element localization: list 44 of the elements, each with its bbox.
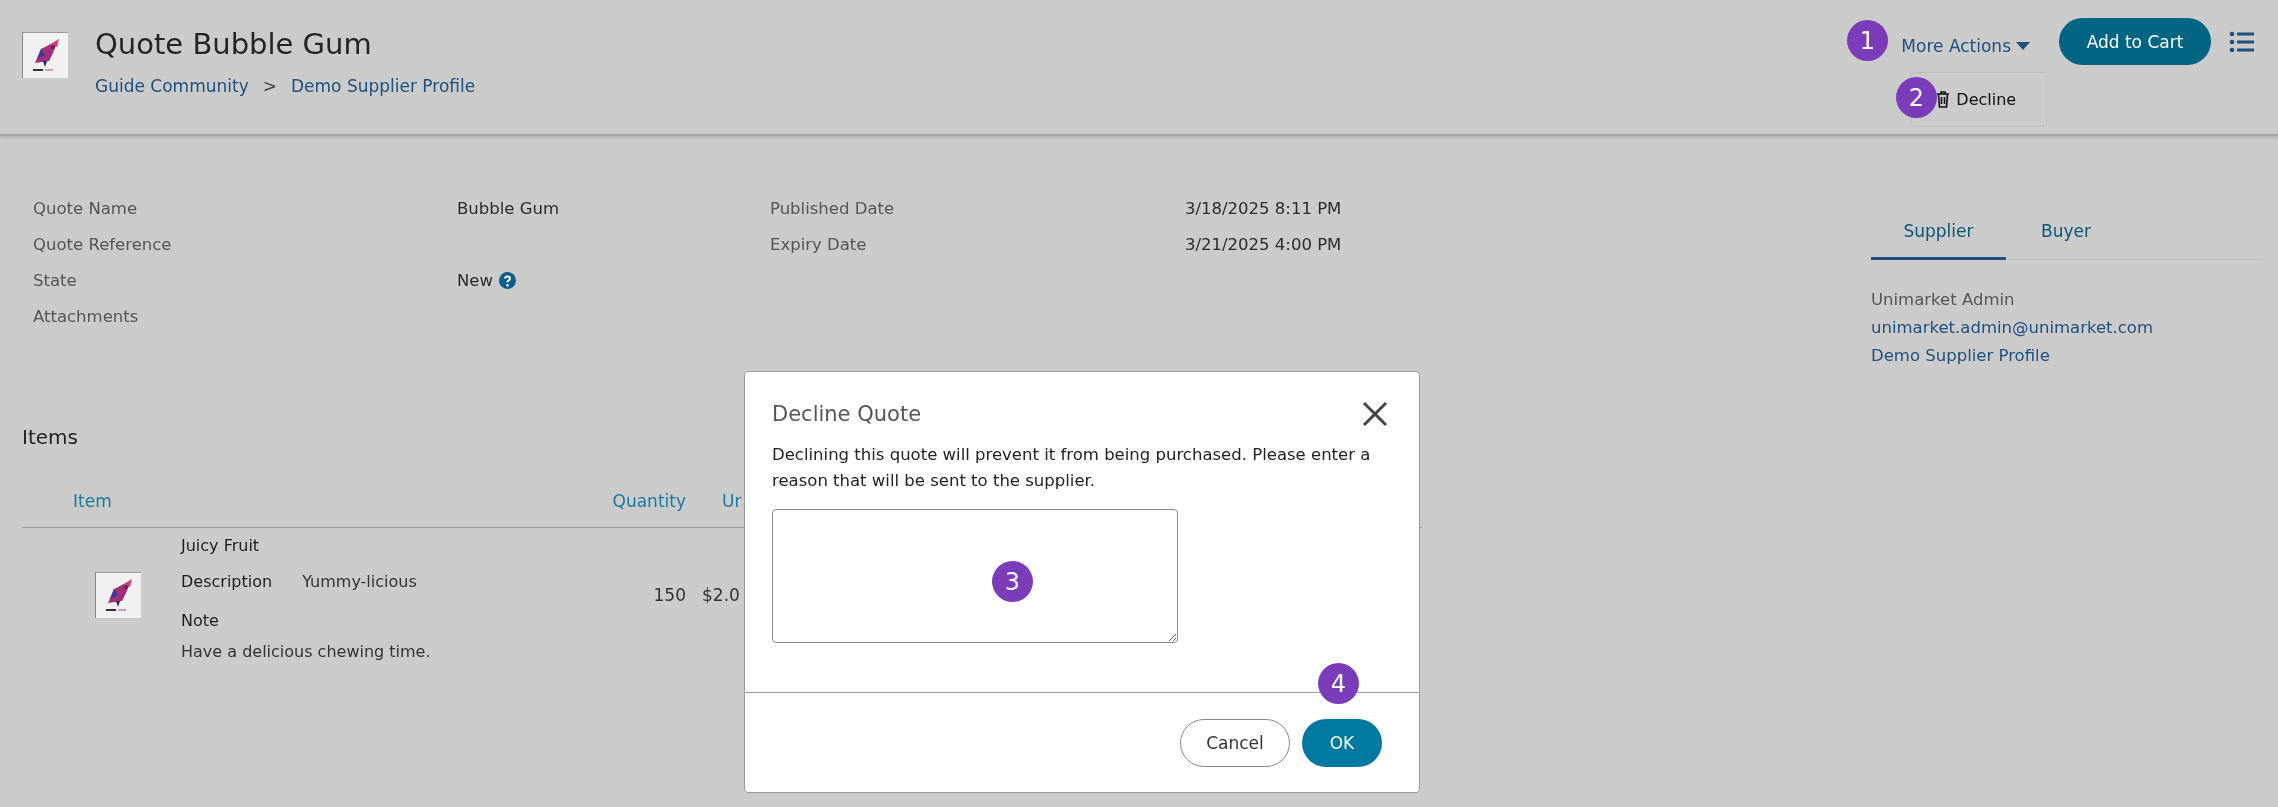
ok-button[interactable]: OK xyxy=(1302,718,1382,767)
callout-badge: 1 xyxy=(1847,20,1888,61)
field-value: 3/18/2025 8:11 PM xyxy=(1185,198,1342,218)
breadcrumb-separator: > xyxy=(262,76,277,96)
reason-field[interactable] xyxy=(772,509,1178,643)
dialog-title: Decline Quote xyxy=(772,402,922,426)
email-link[interactable]: unimarket.admin@unimarket.com xyxy=(1871,318,2263,337)
column-header[interactable]: Ur xyxy=(686,490,742,511)
trash-icon xyxy=(1936,91,1951,108)
profile-link[interactable]: Demo Supplier Profile xyxy=(1871,346,2263,365)
breadcrumb-link[interactable]: Demo Supplier Profile xyxy=(290,76,476,96)
tab[interactable]: Buyer xyxy=(2006,205,2126,260)
help-icon[interactable] xyxy=(499,271,516,289)
field-value: Yummy-licious xyxy=(302,571,417,591)
field-label: Published Date xyxy=(770,198,896,218)
page-title: Quote Bubble Gum xyxy=(95,26,372,62)
add-to-cart-button[interactable]: Add to Cart xyxy=(2059,18,2211,65)
table-cell: 150 xyxy=(653,585,686,605)
more-actions-button[interactable]: More Actions xyxy=(1901,35,2031,56)
contact-name: Unimarket Admin xyxy=(1871,290,2016,309)
column-header[interactable]: Quantity xyxy=(612,490,686,511)
field-value: 3/21/2025 4:00 PM xyxy=(1185,234,1342,254)
cancel-button[interactable]: Cancel xyxy=(1180,718,1290,767)
field-value: Bubble Gum xyxy=(457,198,560,218)
field-label: Expiry Date xyxy=(770,234,868,254)
list-icon[interactable] xyxy=(2229,30,2255,53)
field-label: State xyxy=(33,270,78,290)
field-label: Quote Name xyxy=(33,198,139,218)
field-value: New xyxy=(457,270,493,290)
column-header[interactable]: Item xyxy=(22,490,112,511)
close-button[interactable] xyxy=(1361,400,1389,428)
field-label: Quote Reference xyxy=(33,234,173,254)
decline-menu-item[interactable]: Decline xyxy=(1936,90,2017,109)
note-text: Have a delicious chewing time. xyxy=(181,641,431,661)
field-label: Attachments xyxy=(33,306,140,326)
tab[interactable]: Supplier xyxy=(1871,205,2006,260)
field-label: Note xyxy=(181,610,219,630)
caret-icon xyxy=(2015,40,2031,51)
dialog-message: Declining this quote will prevent it from being purchased. Please enter a reason that will be sent to the supplier. xyxy=(772,444,1372,492)
field-label: Description xyxy=(181,571,273,591)
item-name: Juicy Fruit xyxy=(181,535,260,555)
breadcrumb-link[interactable]: Guide Community xyxy=(95,76,249,96)
table-cell-text: $2.0 xyxy=(701,585,740,605)
section-heading: Items xyxy=(22,424,79,451)
